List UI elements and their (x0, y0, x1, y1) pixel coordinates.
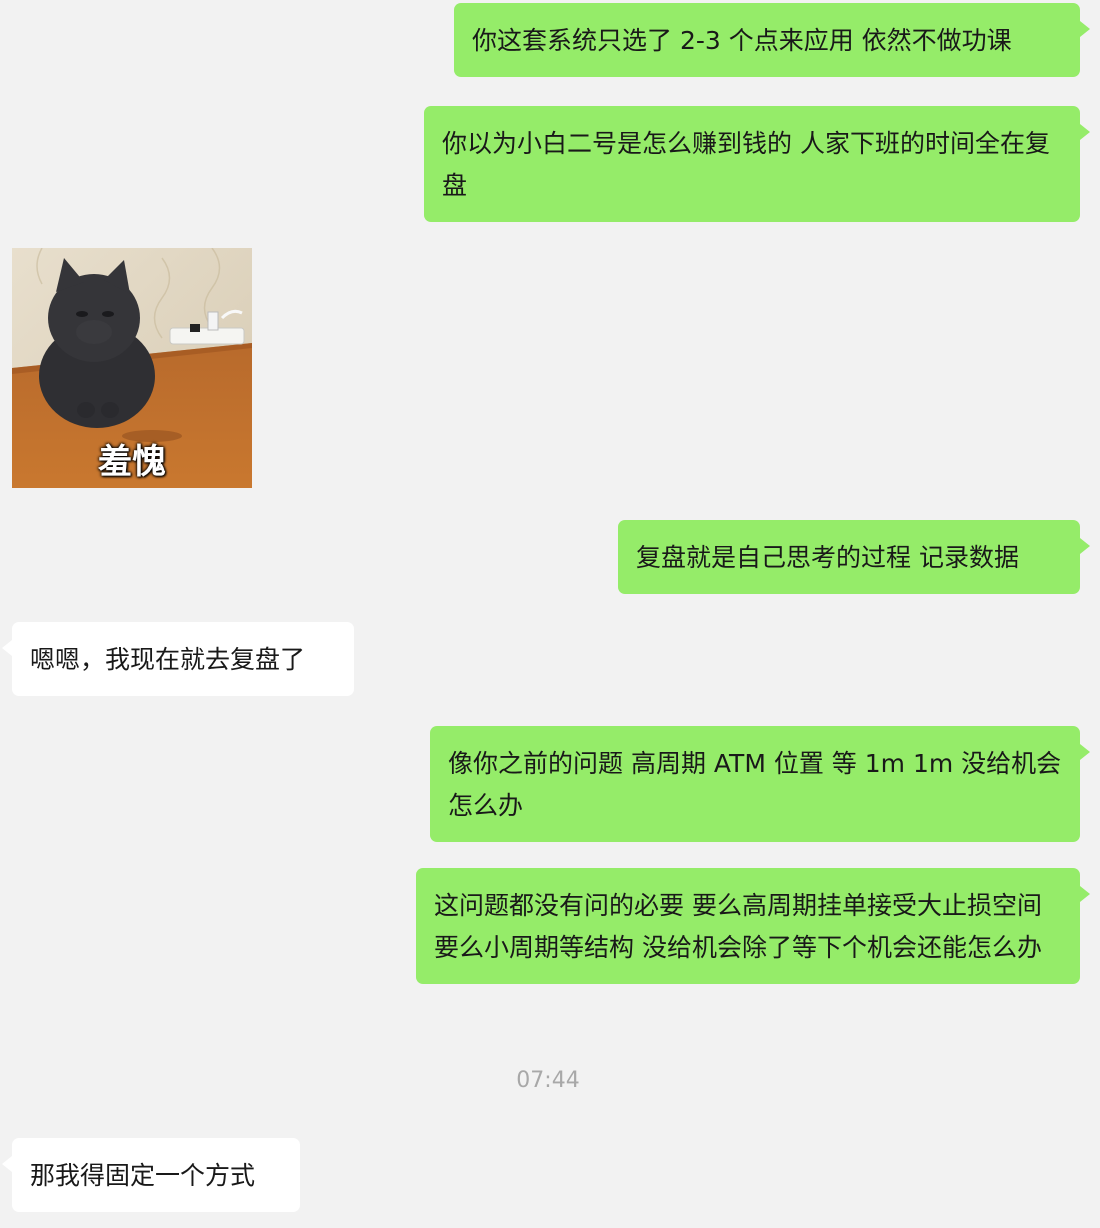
message-incoming[interactable]: 那我得固定一个方式 (2, 1138, 300, 1212)
message-outgoing[interactable]: 你这套系统只选了 2-3 个点来应用 依然不做功课 (454, 3, 1090, 77)
chat-timestamp: 07:44 (516, 1068, 580, 1093)
message-outgoing[interactable]: 像你之前的问题 高周期 ATM 位置 等 1m 1m 没给机会怎么办 (430, 726, 1090, 842)
message-outgoing[interactable]: 复盘就是自己思考的过程 记录数据 (618, 520, 1090, 594)
message-text: 这问题都没有问的必要 要么高周期挂单接受大止损空间 要么小周期等结构 没给机会除… (434, 891, 1042, 962)
message-text: 那我得固定一个方式 (30, 1161, 256, 1190)
message-outgoing[interactable]: 你以为小白二号是怎么赚到钱的 人家下班的时间全在复盘 (424, 106, 1090, 222)
message-outgoing[interactable]: 这问题都没有问的必要 要么高周期挂单接受大止损空间 要么小周期等结构 没给机会除… (416, 868, 1090, 984)
message-text: 你这套系统只选了 2-3 个点来应用 依然不做功课 (472, 26, 1012, 55)
message-text: 你以为小白二号是怎么赚到钱的 人家下班的时间全在复盘 (442, 129, 1050, 200)
message-incoming[interactable]: 嗯嗯，我现在就去复盘了 (2, 622, 354, 696)
sticker-message[interactable]: 羞愧 (12, 248, 252, 488)
sticker-caption: 羞愧 (98, 442, 166, 482)
message-text: 像你之前的问题 高周期 ATM 位置 等 1m 1m 没给机会怎么办 (448, 749, 1062, 820)
message-text: 复盘就是自己思考的过程 记录数据 (636, 543, 1019, 572)
message-text: 嗯嗯，我现在就去复盘了 (30, 645, 306, 674)
